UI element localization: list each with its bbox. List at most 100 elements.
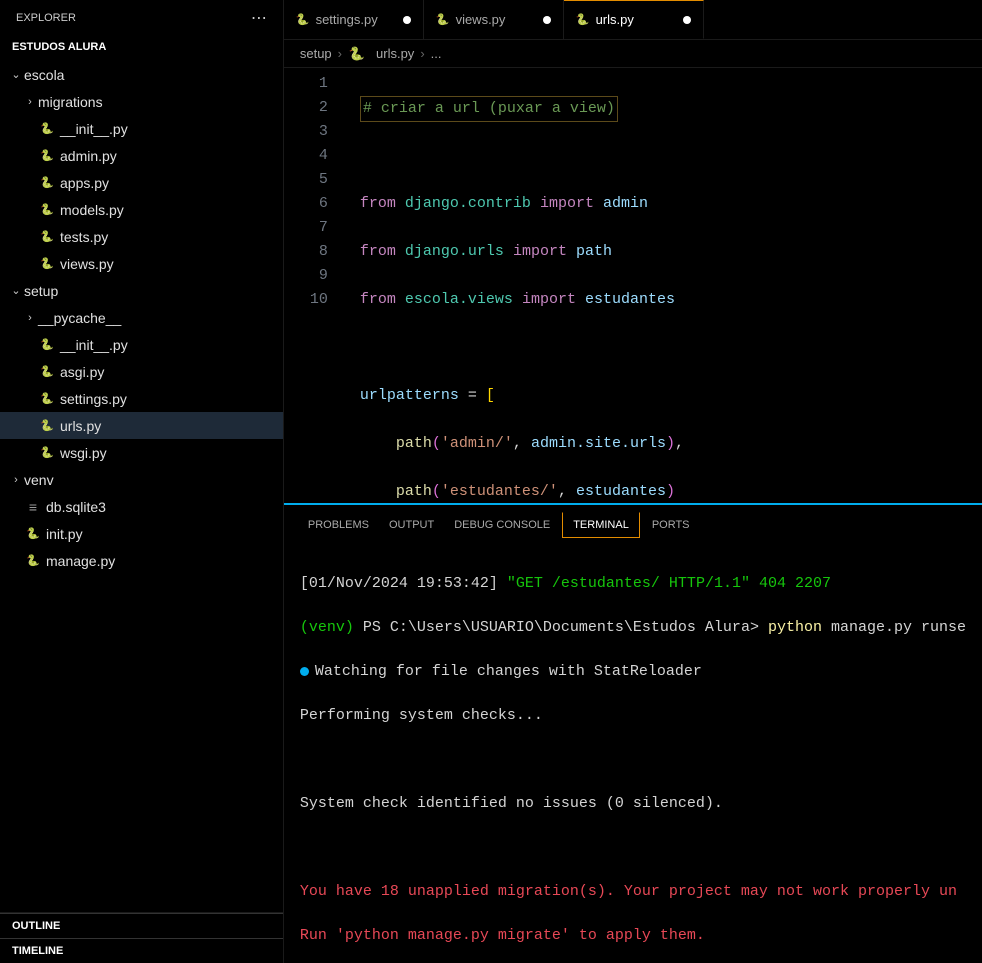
- chevron-right-icon: ›: [22, 312, 38, 324]
- file-item[interactable]: 🐍 manage.py: [0, 547, 283, 574]
- breadcrumb-part[interactable]: ...: [431, 46, 442, 61]
- file-label: admin.py: [60, 148, 117, 164]
- folder-item[interactable]: ›__pycache__: [0, 304, 283, 331]
- file-item[interactable]: 🐍 init.py: [0, 520, 283, 547]
- modified-dot-icon: [543, 16, 551, 24]
- modified-dot-icon: [403, 16, 411, 24]
- file-item[interactable]: 🐍 __init__.py: [0, 331, 283, 358]
- chevron-down-icon: ⌄: [8, 284, 24, 297]
- file-item[interactable]: 🐍 __init__.py: [0, 115, 283, 142]
- panel-tab-terminal[interactable]: TERMINAL: [562, 512, 640, 538]
- file-label: db.sqlite3: [46, 499, 106, 515]
- file-label: manage.py: [46, 553, 115, 569]
- python-icon: 🐍: [436, 13, 450, 26]
- file-label: init.py: [46, 526, 83, 542]
- folder-label: setup: [24, 283, 58, 299]
- chevron-right-icon: ›: [338, 46, 342, 61]
- python-icon: 🐍: [296, 13, 310, 26]
- panel-tab-ports[interactable]: PORTS: [644, 513, 698, 537]
- line-number: 6: [284, 192, 328, 216]
- panel-tab-debug-console[interactable]: DEBUG CONSOLE: [446, 513, 558, 537]
- chevron-right-icon: ›: [8, 474, 24, 486]
- breadcrumb-part[interactable]: urls.py: [376, 46, 414, 61]
- line-number: 1: [284, 72, 328, 96]
- folder-item[interactable]: ⌄escola: [0, 61, 283, 88]
- file-label: __init__.py: [60, 121, 128, 137]
- line-number: 10: [284, 288, 328, 312]
- line-number: 4: [284, 144, 328, 168]
- main-area: 🐍settings.py🐍views.py🐍urls.py setup › 🐍 …: [284, 0, 982, 963]
- bottom-panel: PROBLEMSOUTPUTDEBUG CONSOLETERMINALPORTS…: [284, 503, 982, 963]
- outline-section[interactable]: OUTLINE: [0, 913, 283, 938]
- folder-item[interactable]: ›venv: [0, 466, 283, 493]
- python-icon: 🐍: [38, 446, 56, 459]
- modified-dot-icon: [683, 16, 691, 24]
- more-actions-icon[interactable]: ⋯: [251, 8, 267, 28]
- folder-item[interactable]: ⌄setup: [0, 277, 283, 304]
- python-icon: 🐍: [349, 46, 365, 62]
- line-numbers-gutter: 12345678910: [284, 68, 344, 503]
- python-icon: 🐍: [38, 392, 56, 405]
- line-number: 7: [284, 216, 328, 240]
- file-item[interactable]: 🐍 views.py: [0, 250, 283, 277]
- file-label: models.py: [60, 202, 124, 218]
- editor-tab[interactable]: 🐍 views.py: [424, 0, 564, 39]
- file-item[interactable]: 🐍 urls.py: [0, 412, 283, 439]
- python-icon: 🐍: [38, 122, 56, 135]
- file-item[interactable]: 🐍 admin.py: [0, 142, 283, 169]
- folder-label: migrations: [38, 94, 103, 110]
- file-item[interactable]: 🐍wsgi.py: [0, 439, 283, 466]
- line-number: 9: [284, 264, 328, 288]
- explorer-sidebar: EXPLORER ⋯ ESTUDOS ALURA ⌄escola›migrati…: [0, 0, 284, 963]
- python-icon: 🐍: [38, 149, 56, 162]
- tab-label: urls.py: [596, 12, 634, 27]
- file-label: tests.py: [60, 229, 108, 245]
- code-content[interactable]: # criar a url (puxar a view) from django…: [344, 68, 982, 503]
- python-icon: 🐍: [24, 554, 42, 567]
- panel-tab-problems[interactable]: PROBLEMS: [300, 513, 377, 537]
- file-item[interactable]: 🐍apps.py: [0, 169, 283, 196]
- code-comment: # criar a url (puxar a view): [360, 96, 618, 122]
- editor-tab[interactable]: 🐍 urls.py: [564, 0, 704, 39]
- timeline-section[interactable]: TIMELINE: [0, 938, 283, 963]
- chevron-right-icon: ›: [420, 46, 424, 61]
- file-item[interactable]: 🐍 settings.py: [0, 385, 283, 412]
- folder-label: venv: [24, 472, 54, 488]
- breadcrumb-part[interactable]: setup: [300, 46, 332, 61]
- line-number: 3: [284, 120, 328, 144]
- python-icon: 🐍: [24, 527, 42, 540]
- breadcrumb[interactable]: setup › 🐍 urls.py › ...: [284, 40, 982, 68]
- file-item[interactable]: 🐍 models.py: [0, 196, 283, 223]
- python-icon: 🐍: [38, 257, 56, 270]
- python-icon: 🐍: [38, 203, 56, 216]
- database-icon: ≡: [24, 499, 42, 515]
- chevron-right-icon: ›: [22, 96, 38, 108]
- file-item[interactable]: 🐍 tests.py: [0, 223, 283, 250]
- line-number: 8: [284, 240, 328, 264]
- file-label: __init__.py: [60, 337, 128, 353]
- folder-item[interactable]: ›migrations: [0, 88, 283, 115]
- python-icon: 🐍: [576, 13, 590, 26]
- python-icon: 🐍: [38, 338, 56, 351]
- editor-tab[interactable]: 🐍settings.py: [284, 0, 424, 39]
- python-icon: 🐍: [38, 365, 56, 378]
- editor-tabs: 🐍settings.py🐍views.py🐍urls.py: [284, 0, 982, 40]
- status-dot-icon: [300, 667, 309, 676]
- file-label: urls.py: [60, 418, 101, 434]
- file-label: settings.py: [60, 391, 127, 407]
- folder-label: escola: [24, 67, 64, 83]
- file-item[interactable]: 🐍 asgi.py: [0, 358, 283, 385]
- python-icon: 🐍: [38, 230, 56, 243]
- terminal-output[interactable]: [01/Nov/2024 19:53:42] "GET /estudantes/…: [284, 545, 982, 963]
- explorer-title: EXPLORER: [16, 12, 76, 24]
- panel-tab-output[interactable]: OUTPUT: [381, 513, 442, 537]
- file-label: apps.py: [60, 175, 109, 191]
- file-item[interactable]: ≡db.sqlite3: [0, 493, 283, 520]
- file-label: asgi.py: [60, 364, 104, 380]
- file-label: views.py: [60, 256, 114, 272]
- project-root-label[interactable]: ESTUDOS ALURA: [0, 35, 283, 59]
- tab-label: views.py: [456, 12, 506, 27]
- python-icon: 🐍: [38, 419, 56, 432]
- panel-tabs: PROBLEMSOUTPUTDEBUG CONSOLETERMINALPORTS: [284, 505, 982, 545]
- code-editor[interactable]: 12345678910 # criar a url (puxar a view)…: [284, 68, 982, 503]
